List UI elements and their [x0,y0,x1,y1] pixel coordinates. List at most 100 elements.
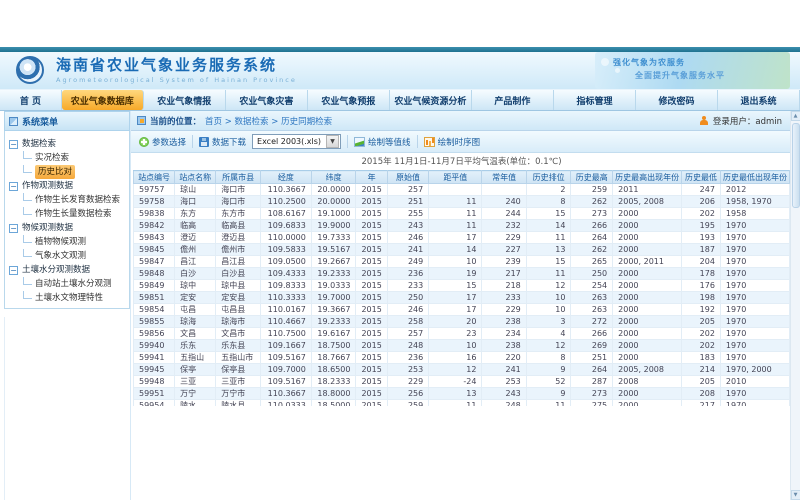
nav-tab[interactable]: 农业气象灾害 [226,90,308,110]
tree-item-label: 实况检索 [35,151,69,165]
table-row: 59757琼山海口市110.366720.0000201525722592011… [134,184,790,196]
scrollbar-track[interactable] [791,121,800,490]
scrollbar-thumb[interactable] [792,123,800,208]
table-cell: 2000 [613,340,682,352]
tree-item[interactable]: 作物生长发育数据检索 [9,193,127,207]
nav-tab[interactable]: 农业气候资源分析 [390,90,472,110]
collapse-icon[interactable]: − [9,266,18,275]
nav-tab[interactable]: 修改密码 [636,90,718,110]
tree-item-label: 土壤水文物理特性 [35,291,103,305]
table-cell: 257 [387,328,428,340]
table-row: 59847昌江昌江县109.050019.2667201524910239152… [134,256,790,268]
nav-tab[interactable]: 首 页 [0,90,62,110]
table-cell: 266 [571,328,613,340]
table-cell: 259 [571,184,613,196]
table-cell: 东方 [175,208,216,220]
download-format-select[interactable]: Excel 2003(.xls) ▼ [252,134,341,149]
nav-tab[interactable]: 指标管理 [554,90,636,110]
tree-item[interactable]: 气象水文观测 [9,249,127,263]
table-cell: 229 [482,304,526,316]
table-cell: 1970 [720,268,789,280]
table-cell: 19.2667 [311,256,356,268]
table-cell: 193 [682,232,721,244]
table-cell: 110.7500 [261,328,312,340]
table-cell: 9 [526,364,571,376]
chevron-down-icon[interactable]: ▼ [326,135,339,148]
table-cell: 109.7000 [261,364,312,376]
toolbar: 参数选择 数据下载 Excel 2003(.xls) ▼ 绘制等值线 [131,131,790,153]
table-cell: 2 [526,184,571,196]
table-cell: 琼中 [175,280,216,292]
content-area: 系统菜单 −数据检索实况检索历史比对−作物观测数据作物生长发育数据检索作物生长量… [0,111,800,500]
table-cell: 19.7333 [311,232,356,244]
scroll-down-arrow-icon[interactable]: ▼ [791,490,800,500]
table-cell: 2011 [613,184,682,196]
table-cell: 20.0000 [311,196,356,208]
table-cell: 110.0333 [261,400,312,407]
scroll-up-arrow-icon[interactable]: ▲ [791,111,800,121]
table-cell: 262 [571,196,613,208]
table-row: 59851定安定安县110.333319.7000201525017233102… [134,292,790,304]
nav-tab[interactable]: 农业气象数据库 [62,90,144,110]
table-cell: 琼山 [175,184,216,196]
table-cell: 233 [387,280,428,292]
tree-section[interactable]: −数据检索 [9,137,127,151]
table-row: 59854屯昌屯昌县110.016719.3667201524617229102… [134,304,790,316]
table-cell: 18.8000 [311,388,356,400]
draw-timeseries-button[interactable]: 绘制时序图 [424,136,481,148]
draw-contour-button[interactable]: 绘制等值线 [354,136,411,148]
table-cell: 253 [387,364,428,376]
table-cell: 昌江县 [216,256,261,268]
table-cell: 183 [682,352,721,364]
tree-item[interactable]: 自动站土壤水分观测 [9,277,127,291]
table-cell: 18.6500 [311,364,356,376]
tree-item[interactable]: 历史比对 [9,165,127,179]
table-cell: 20 [429,316,482,328]
param-select-button[interactable]: 参数选择 [139,136,186,148]
table-cell: 19.6167 [311,328,356,340]
column-header: 距平值 [429,171,482,184]
column-header: 历史排位 [526,171,571,184]
download-format-value: Excel 2003(.xls) [253,137,325,146]
collapse-icon[interactable]: − [9,140,18,149]
nav-tab[interactable]: 退出系统 [718,90,800,110]
nav-tab[interactable]: 农业气象预报 [308,90,390,110]
table-cell: 214 [682,364,721,376]
table-cell: 19.2333 [311,268,356,280]
table-cell: 8 [526,352,571,364]
tree-section[interactable]: −物候观测数据 [9,221,127,235]
table-cell: 264 [571,364,613,376]
tree-section[interactable]: −土壤水分观测数据 [9,263,127,277]
breadcrumb-label: 当前的位置： [150,115,201,127]
top-margin [0,0,800,47]
tree-item-label: 历史比对 [35,165,75,179]
tree-item[interactable]: 作物生长量数据检索 [9,207,127,221]
table-cell: 文昌市 [216,328,261,340]
table-cell: 定安 [175,292,216,304]
banner-slogan-line2: 全面提升气象服务水平 [635,70,725,81]
nav-tab[interactable]: 产品制作 [472,90,554,110]
table-cell: 109.5167 [261,352,312,364]
table-cell: 11 [429,196,482,208]
vertical-scrollbar[interactable]: ▲ ▼ [790,111,800,500]
tree-section[interactable]: −作物观测数据 [9,179,127,193]
app-logo-icon [16,56,44,84]
breadcrumb-path[interactable]: 首页 > 数据检索 > 历史同期检索 [205,115,332,127]
collapse-icon[interactable]: − [9,224,18,233]
table-cell: 269 [571,340,613,352]
table-cell: 9 [526,388,571,400]
data-table: 站点编号站点名称所属市县经度纬度年原始值距平值常年值历史排位历史最高历史最高出现… [133,170,790,406]
table-cell: 59954 [134,400,175,407]
data-download-button[interactable]: 数据下载 [199,136,246,148]
table-cell: 2000 [613,316,682,328]
table-cell: 246 [387,304,428,316]
nav-tab[interactable]: 农业气象情报 [144,90,226,110]
tree-item[interactable]: 植物物候观测 [9,235,127,249]
table-cell: 2000 [613,280,682,292]
collapse-icon[interactable]: − [9,182,18,191]
table-cell: 琼海 [175,316,216,328]
table-cell: 2015 [356,292,387,304]
tree-item[interactable]: 实况检索 [9,151,127,165]
tree-item[interactable]: 土壤水文物理特性 [9,291,127,305]
table-cell: 272 [571,316,613,328]
